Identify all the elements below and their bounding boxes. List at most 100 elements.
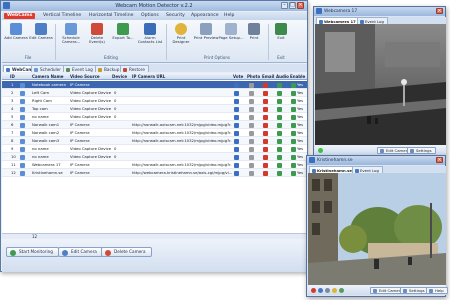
maximize-button[interactable]: □ <box>289 2 296 9</box>
stop-icon[interactable] <box>325 287 330 293</box>
print-preview-button[interactable]: Print Preview <box>193 23 219 53</box>
delete-events-button[interactable]: Delete Event(s) <box>84 23 110 53</box>
menu-webcams[interactable]: WebCams <box>4 13 36 19</box>
exit-button[interactable]: Exit <box>270 23 292 53</box>
motion-enabled-icon[interactable] <box>291 122 296 128</box>
audio-icon[interactable] <box>277 162 282 168</box>
vote-icon[interactable] <box>234 98 239 104</box>
vote-icon[interactable] <box>234 154 239 160</box>
snapshot-icon[interactable] <box>332 287 337 293</box>
tab-event-log[interactable]: Event Log <box>352 166 383 173</box>
pause-icon[interactable] <box>318 287 323 293</box>
column-header[interactable]: Photo <box>247 73 262 80</box>
photo-icon[interactable] <box>249 162 254 168</box>
audio-icon[interactable] <box>277 82 282 88</box>
vote-icon[interactable] <box>234 170 239 176</box>
email-icon[interactable] <box>263 138 268 144</box>
photo-icon[interactable] <box>249 82 254 88</box>
tab-restore[interactable]: Restore <box>120 65 149 72</box>
close-button[interactable]: × <box>436 8 443 14</box>
email-icon[interactable] <box>263 98 268 104</box>
column-header[interactable]: Camera Name <box>32 73 68 80</box>
table-row[interactable]: 11 Webcamera 17 IP Camera http://norwalk.ax… <box>2 161 307 169</box>
tab-event-log[interactable]: Event Log <box>357 17 388 24</box>
photo-icon[interactable] <box>249 146 254 152</box>
vote-icon[interactable] <box>234 122 239 128</box>
motion-enabled-icon[interactable] <box>291 170 296 176</box>
column-header[interactable]: Video Source <box>70 73 110 80</box>
vote-icon[interactable] <box>234 82 239 88</box>
email-icon[interactable] <box>263 130 268 136</box>
column-header[interactable]: ID <box>10 73 20 80</box>
menu-vertical-timeline[interactable]: Vertical Timeline <box>40 13 84 19</box>
table-row[interactable]: 8 Norwalk cam3 IP Camera http://norwalk.axi… <box>2 137 307 145</box>
audio-icon[interactable] <box>277 146 282 152</box>
vote-icon[interactable] <box>234 114 239 120</box>
table-row[interactable]: 2 Left Cam Video Capture Device 0 Yes <box>2 89 307 97</box>
email-icon[interactable] <box>263 114 268 120</box>
record-icon[interactable] <box>311 287 316 293</box>
tab-camera-view[interactable]: Webcamera 17 <box>316 17 360 24</box>
alarm-contacts-button[interactable]: Alarm Contacts List <box>136 23 164 53</box>
photo-icon[interactable] <box>249 98 254 104</box>
tab-event-log[interactable]: Event Log <box>63 65 97 72</box>
photo-icon[interactable] <box>249 130 254 136</box>
menu-help[interactable]: Help <box>221 13 237 19</box>
photo-icon[interactable] <box>249 122 254 128</box>
column-header[interactable]: Vote <box>233 73 247 80</box>
email-icon[interactable] <box>263 90 268 96</box>
audio-icon[interactable] <box>277 90 282 96</box>
menu-appearance[interactable]: Appearance <box>188 13 222 19</box>
schedule-camera-button[interactable]: Schedule Camera... <box>58 23 84 53</box>
column-header[interactable]: Audio <box>276 73 290 80</box>
column-header[interactable]: IP Camera URL <box>132 73 182 80</box>
settings-button[interactable]: Settings <box>400 287 429 294</box>
email-icon[interactable] <box>263 146 268 152</box>
vote-icon[interactable] <box>234 138 239 144</box>
motion-enabled-icon[interactable] <box>291 154 296 160</box>
print-button[interactable]: Print <box>243 23 265 53</box>
settings-button[interactable]: Settings <box>407 147 436 154</box>
vote-icon[interactable] <box>234 90 239 96</box>
vote-icon[interactable] <box>234 130 239 136</box>
menu-options[interactable]: Options <box>138 13 162 19</box>
motion-enabled-icon[interactable] <box>291 82 296 88</box>
tab-camera-view[interactable]: Kristinehamn.se <box>309 166 356 173</box>
audio-icon[interactable] <box>277 114 282 120</box>
photo-icon[interactable] <box>249 106 254 112</box>
menu-horizontal-timeline[interactable]: Horizontal Timeline <box>86 13 136 19</box>
photo-icon[interactable] <box>249 114 254 120</box>
audio-icon[interactable] <box>277 122 282 128</box>
delete-camera-button[interactable]: Delete Camera <box>101 247 152 257</box>
table-row[interactable]: 6 Norwalk cam1 IP Camera http://norwalk.axi… <box>2 121 307 129</box>
motion-enabled-icon[interactable] <box>291 162 296 168</box>
table-row[interactable]: 1 Notebook camera IP Camera Yes <box>2 81 307 89</box>
motion-enabled-icon[interactable] <box>291 130 296 136</box>
audio-icon[interactable] <box>277 130 282 136</box>
photo-icon[interactable] <box>249 154 254 160</box>
table-row[interactable]: 5 no name Video Capture Device 0 Yes <box>2 113 307 121</box>
motion-enabled-icon[interactable] <box>291 106 296 112</box>
photo-icon[interactable] <box>249 90 254 96</box>
camera-video-feed[interactable] <box>308 173 446 285</box>
audio-icon[interactable] <box>277 154 282 160</box>
vote-icon[interactable] <box>234 146 239 152</box>
column-header[interactable]: Enable Motion <box>290 73 307 80</box>
motion-enabled-icon[interactable] <box>291 98 296 104</box>
add-camera-button[interactable]: Add Camera <box>3 23 29 53</box>
page-setup-button[interactable]: Page Setup... <box>218 23 244 53</box>
table-row[interactable]: 12 Kristinehamn.se IP Camera http://webcame… <box>2 169 307 177</box>
motion-enabled-icon[interactable] <box>291 90 296 96</box>
help-button[interactable]: Help <box>426 287 448 294</box>
vote-icon[interactable] <box>234 162 239 168</box>
print-designer-button[interactable]: Print Designer <box>168 23 194 53</box>
start-monitoring-button[interactable]: Start Monitoring <box>6 247 59 257</box>
camera-video-feed[interactable] <box>315 24 446 145</box>
minimize-button[interactable]: – <box>281 2 288 9</box>
motion-enabled-icon[interactable] <box>291 114 296 120</box>
close-button[interactable]: × <box>297 2 304 9</box>
email-icon[interactable] <box>263 154 268 160</box>
email-icon[interactable] <box>263 106 268 112</box>
email-icon[interactable] <box>263 162 268 168</box>
column-header[interactable]: Device <box>112 73 132 80</box>
